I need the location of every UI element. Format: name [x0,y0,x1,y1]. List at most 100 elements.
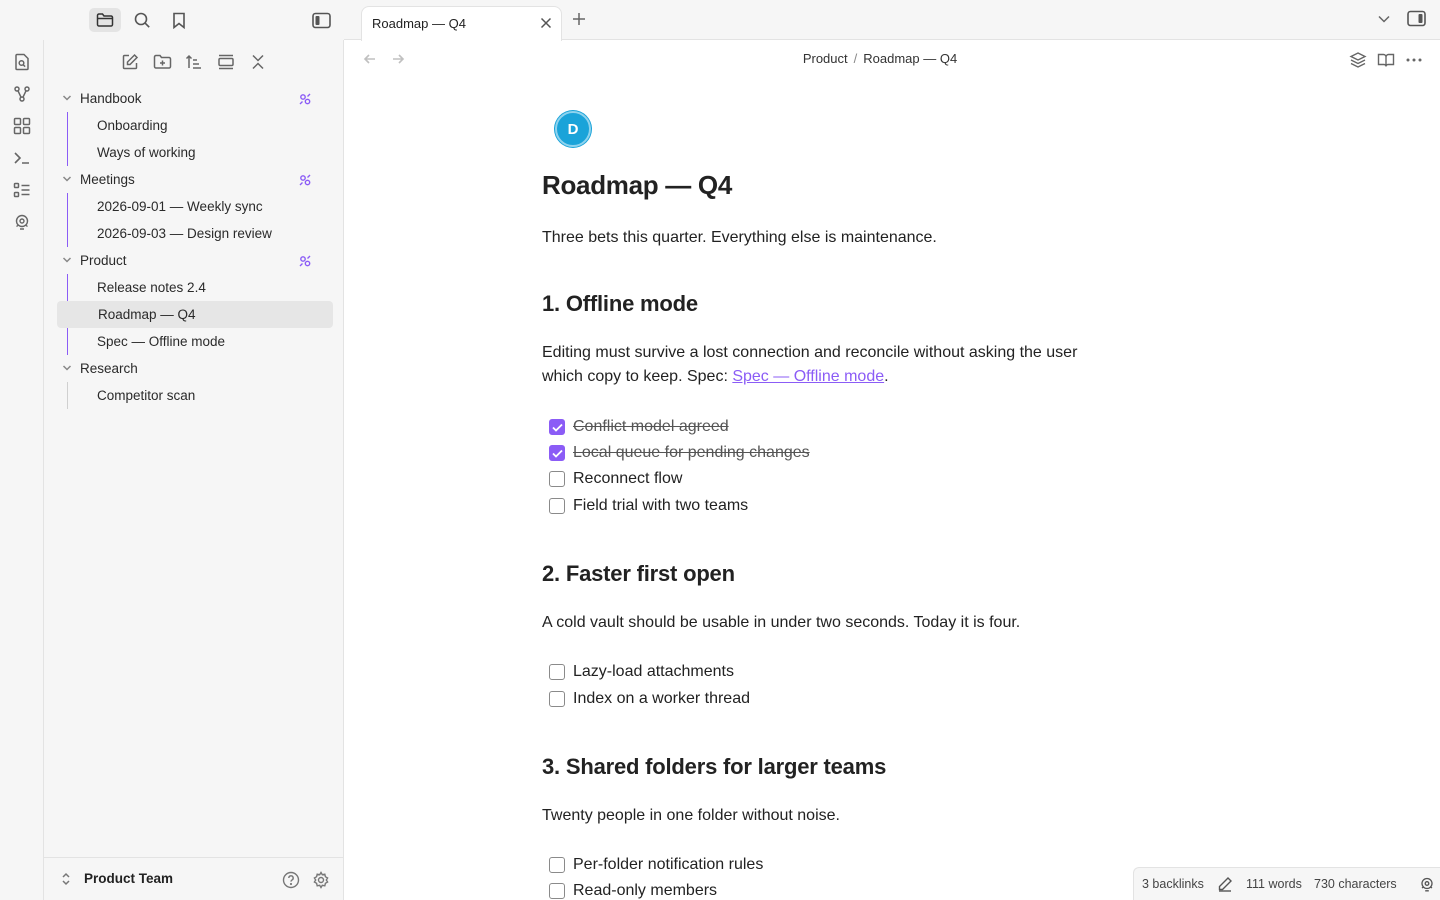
layers-button[interactable] [1348,50,1368,70]
vault-name[interactable]: Product Team [84,871,173,886]
task-label: Field trial with two teams [573,497,749,514]
graph-icon [13,85,31,103]
file-item[interactable]: 2026-09-03 — Design review [68,220,332,247]
folder-label: Meetings [80,172,135,187]
new-note-icon [121,53,139,71]
task-label: Index on a worker thread [573,690,750,707]
right-sidebar-toggle-icon[interactable] [1407,10,1426,27]
checkbox-checked[interactable] [549,445,565,461]
folder-children: Onboarding Ways of working [67,112,332,166]
vault-switcher-icon[interactable] [61,871,71,887]
task-item: Index on a worker thread [549,687,750,711]
folder-sync-icon [298,173,312,187]
paragraph-text: . [884,368,889,385]
checkbox[interactable] [549,498,565,514]
plugin-icon [13,213,31,231]
sidebar-top-bar [0,0,344,40]
task-label: Read-only members [573,882,718,899]
section-paragraph: Editing must survive a lost connection a… [542,341,1122,389]
folder-children: Competitor scan [67,382,332,409]
file-item[interactable]: Onboarding [68,112,332,139]
file-item[interactable]: Ways of working [68,139,332,166]
command-palette-button[interactable] [11,147,33,169]
auto-reveal-button[interactable] [214,50,238,74]
help-icon [282,871,300,889]
settings-button[interactable] [310,869,332,891]
word-count: 111 words [1246,877,1302,891]
task-item: Conflict model agreed [549,415,729,439]
bookmarks-tab[interactable] [163,8,195,32]
help-button[interactable] [280,869,302,891]
file-label: Ways of working [97,145,196,160]
file-item[interactable]: Release notes 2.4 [68,274,332,301]
new-folder-icon [153,54,172,70]
canvas-button[interactable] [11,115,33,137]
canvas-icon [13,117,31,135]
collapse-all-button[interactable] [246,50,270,74]
file-label: 2026-09-03 — Design review [97,226,272,241]
search-tab[interactable] [126,8,158,32]
folder-icon [96,12,114,28]
task-item: Reconnect flow [549,467,682,491]
reading-view-button[interactable] [1376,50,1396,70]
checkbox[interactable] [549,883,565,899]
explorer-actions [44,50,344,74]
task-label: Local queue for pending changes [573,444,810,461]
checkbox[interactable] [549,691,565,707]
folder-research[interactable]: Research [56,355,332,382]
section-paragraph: A cold vault should be usable in under t… [542,614,1021,631]
task-label: Reconnect flow [573,470,683,487]
edit-mode-icon[interactable] [1217,876,1233,892]
file-item-active[interactable]: Roadmap — Q4 [57,301,333,328]
breadcrumb-parent[interactable]: Product [803,51,848,66]
folder-meetings[interactable]: Meetings [56,166,332,193]
auto-reveal-icon [217,54,235,70]
file-label: Competitor scan [97,388,196,403]
file-label: 2026-09-01 — Weekly sync [97,199,263,214]
sort-button[interactable] [182,50,206,74]
file-item[interactable]: 2026-09-01 — Weekly sync [68,193,332,220]
chevron-down-icon[interactable] [1377,12,1391,26]
more-horizontal-icon [1406,58,1422,62]
sync-status-icon[interactable] [1419,876,1435,892]
breadcrumb-separator: / [853,51,858,66]
folder-sync-icon [298,92,312,106]
new-folder-button[interactable] [150,50,174,74]
checkbox[interactable] [549,471,565,487]
folder-product[interactable]: Product [56,247,332,274]
ribbon [0,40,44,900]
layers-icon [1349,51,1367,69]
plugin-button[interactable] [11,211,33,233]
backlinks-count[interactable]: 3 backlinks [1142,877,1204,891]
chevron-down-icon [62,93,72,103]
breadcrumb: Product / Roadmap — Q4 [344,51,1416,66]
close-icon[interactable] [538,15,554,31]
collapse-left-sidebar-button[interactable] [305,8,337,32]
checkbox[interactable] [549,857,565,873]
file-tree: Handbook Onboarding Ways of working Meet… [56,85,333,409]
folder-children: 2026-09-01 — Weekly sync 2026-09-03 — De… [67,193,332,247]
collapse-all-icon [251,54,265,70]
new-tab-icon[interactable] [571,11,587,27]
breadcrumb-current[interactable]: Roadmap — Q4 [863,51,957,66]
file-item[interactable]: Competitor scan [68,382,332,409]
checkbox[interactable] [549,664,565,680]
file-item[interactable]: Spec — Offline mode [68,328,332,355]
internal-link[interactable]: Spec — Offline mode [732,368,884,385]
new-note-button[interactable] [118,50,142,74]
templates-button[interactable] [11,179,33,201]
file-label: Release notes 2.4 [97,280,206,295]
intro-paragraph: Three bets this quarter. Everything else… [542,229,937,246]
file-explorer-tab[interactable] [89,8,121,32]
graph-view-button[interactable] [11,83,33,105]
more-options-button[interactable] [1404,50,1424,70]
paragraph-text: which copy to keep. Spec: [542,368,733,385]
quick-switcher-button[interactable] [11,51,33,73]
checkbox-checked[interactable] [549,419,565,435]
file-label: Roadmap — Q4 [98,307,196,322]
folder-sync-icon [298,254,312,268]
folder-handbook[interactable]: Handbook [56,85,332,112]
avatar[interactable]: D [555,111,591,147]
tab-roadmap-q4[interactable]: Roadmap — Q4 [361,6,562,41]
folder-label: Handbook [80,91,142,106]
